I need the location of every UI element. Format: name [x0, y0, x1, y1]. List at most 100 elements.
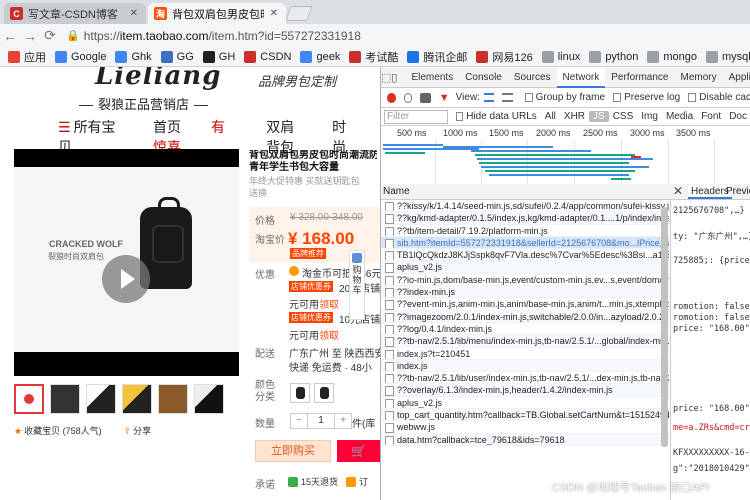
overview-icon[interactable] — [502, 93, 513, 102]
request-row[interactable]: ??tb/item-detail/7.19.2/platform-min.js — [381, 225, 669, 237]
bookmark-item[interactable]: mysql — [705, 50, 750, 63]
group-by-frame-checkbox[interactable] — [524, 93, 533, 102]
bookmark-item[interactable]: 应用 — [8, 49, 46, 65]
bookmark-item[interactable]: python — [589, 50, 638, 63]
request-row[interactable]: data.htm?callback=tce_79618&ids=79618 — [381, 433, 669, 446]
bookmark-item[interactable]: mongo — [647, 50, 697, 63]
claim-coupon-link[interactable]: 领取 — [319, 296, 339, 311]
close-icon[interactable]: ✕ — [270, 8, 278, 19]
bookmark-item[interactable]: 腾讯企邮 — [407, 49, 467, 65]
clear-icon[interactable] — [403, 92, 413, 103]
increment-button[interactable]: + — [335, 414, 351, 428]
tab-taobao[interactable]: 淘 背包双肩包男皮包时尚潮 ✕ — [148, 3, 286, 24]
hide-data-urls-checkbox[interactable] — [456, 112, 464, 121]
name-column-header[interactable]: Name — [383, 186, 410, 197]
request-row[interactable]: TB1lQcQkdzJ8KJjSspk8qvF7Vla.desc%7Cvar%5… — [381, 249, 669, 262]
bookmark-item[interactable]: linux — [541, 50, 580, 63]
reload-icon[interactable]: ⟳ — [40, 27, 60, 44]
large-rows-icon[interactable] — [483, 93, 495, 102]
request-row[interactable]: index.js — [381, 359, 669, 373]
tab-csdn[interactable]: C 写文章-CSDN博客 ✕ — [4, 3, 146, 24]
devtools-tab-elements[interactable]: Elements — [405, 67, 459, 88]
request-row[interactable]: ??kissy/k/1.4.14/seed-min.js,sd/sufei/0.… — [381, 200, 669, 213]
inspect-icon[interactable]: ⬚ — [381, 71, 391, 84]
filter-icon[interactable]: ▼ — [439, 92, 450, 104]
devtools-tab-network[interactable]: Network — [556, 67, 606, 88]
close-icon[interactable]: ✕ — [130, 8, 138, 19]
preview-tab[interactable]: Previe — [726, 186, 750, 197]
new-tab-button[interactable] — [285, 6, 313, 21]
color-option[interactable] — [314, 383, 334, 403]
request-row[interactable]: ??kg/kmd-adapter/0.1.5/index.js,kg/kmd-a… — [381, 212, 669, 225]
waterfall-bar — [611, 178, 631, 180]
devtools-tab-console[interactable]: Console — [459, 67, 508, 88]
bookmark-item[interactable]: CSDN — [244, 50, 291, 63]
devtools-tab-applic[interactable]: Applic — [723, 67, 750, 88]
claim-coupon-link[interactable]: 领取 — [319, 327, 339, 342]
side-cart-widget[interactable]: 购物车 — [349, 250, 365, 320]
request-row[interactable]: index.js?t=210451 — [381, 348, 669, 360]
filter-type-css[interactable]: CSS — [609, 111, 638, 122]
product-video[interactable]: CRACKED WOLF 裂狼时尚双肩包 — [14, 149, 239, 376]
devtools-tab-sources[interactable]: Sources — [508, 67, 557, 88]
filter-type-xhr[interactable]: XHR — [560, 111, 589, 122]
thumbnail[interactable] — [158, 384, 188, 414]
devtools-tab-memory[interactable]: Memory — [674, 67, 722, 88]
favorite-link[interactable]: ★ 收藏宝贝 (758人气) — [14, 424, 102, 437]
filter-type-doc[interactable]: Doc — [725, 111, 750, 122]
buy-now-button[interactable]: 立即购买 — [255, 440, 331, 462]
request-row[interactable]: aplus_v2.js — [381, 397, 669, 410]
bookmark-item[interactable]: GH — [202, 50, 235, 63]
network-timeline[interactable]: 500 ms 1000 ms 1500 ms 2000 ms 2500 ms 3000 m… — [381, 126, 750, 191]
quantity-input[interactable]: 1 — [307, 414, 335, 428]
request-row[interactable]: webww.js — [381, 421, 669, 434]
request-row[interactable]: ??overlay/6.1.3/index-min.js,header/1.4.… — [381, 384, 669, 397]
shipping-route[interactable]: 广东广州 至 陕西西安 — [289, 345, 380, 360]
play-icon[interactable] — [102, 255, 150, 303]
thumbnail[interactable] — [50, 384, 80, 414]
thumbnail[interactable] — [86, 384, 116, 414]
filter-type-all[interactable]: All — [541, 111, 560, 122]
request-row[interactable]: sib.htm?itemId=557272331918&sellerId=212… — [381, 236, 669, 250]
request-row[interactable]: ??tb-nav/2.5.1/lib/user/index-min.js,tb-… — [381, 372, 669, 385]
bookmark-item[interactable]: 网易126 — [476, 49, 533, 65]
filter-type-js[interactable]: JS — [589, 111, 609, 122]
forward-arrow-icon[interactable]: → — [20, 28, 40, 44]
record-icon[interactable] — [387, 92, 396, 103]
filter-type-img[interactable]: Img — [637, 111, 662, 122]
thumbnail-video[interactable] — [14, 384, 44, 414]
shop-logo[interactable]: Lieliang — [95, 67, 221, 91]
thumbnail[interactable] — [194, 384, 224, 414]
device-toolbar-icon[interactable]: ▯ — [391, 71, 397, 84]
request-row[interactable]: ??io-min.js,dom/base-min.js,event/custom… — [381, 274, 669, 287]
bookmark-item[interactable]: geek — [300, 50, 340, 63]
request-row[interactable]: ??imagezoom/2.0.1/index-min.js,switchabl… — [381, 310, 669, 323]
filter-input[interactable]: Filter — [384, 109, 449, 124]
share-link[interactable]: ⇪ 分享 — [124, 424, 152, 437]
request-row[interactable]: ??tb-nav/2.5.1/lib/menu/index-min.js,tb-… — [381, 335, 669, 348]
add-to-cart-button[interactable]: 🛒 — [337, 440, 380, 462]
thumbnail[interactable] — [122, 384, 152, 414]
decrement-button[interactable]: − — [291, 414, 307, 428]
request-row[interactable]: top_cart_quantity.htm?callback=TB.Global… — [381, 409, 669, 422]
request-row[interactable]: ??index-min.js — [381, 286, 669, 299]
request-row[interactable]: ??event-min.js,anim-min.js,anim/base-min… — [381, 298, 669, 311]
request-list-scrollbar[interactable] — [661, 207, 668, 447]
close-icon[interactable]: ✕ — [673, 184, 683, 198]
shop-name[interactable]: 裂狼正品营销店 — [74, 94, 213, 113]
request-row[interactable]: ??log/0.4.1/index-min.js — [381, 323, 669, 336]
filter-type-font[interactable]: Font — [697, 111, 725, 122]
request-row[interactable]: aplus_v2.js — [381, 261, 669, 274]
devtools-tab-performance[interactable]: Performance — [605, 67, 674, 88]
bookmark-item[interactable]: Google — [55, 50, 106, 63]
preserve-log-checkbox[interactable] — [613, 93, 622, 102]
disable-cache-checkbox[interactable] — [688, 93, 697, 102]
color-option[interactable] — [290, 383, 310, 403]
url-field[interactable]: https://item.taobao.com/item.htm?id=5572… — [84, 29, 361, 43]
filter-type-media[interactable]: Media — [662, 111, 697, 122]
screenshot-icon[interactable] — [420, 92, 431, 103]
bookmark-item[interactable]: 考试酷 — [349, 49, 398, 65]
bookmark-item[interactable]: Ghk — [115, 50, 152, 63]
back-arrow-icon[interactable]: ← — [0, 28, 20, 44]
bookmark-item[interactable]: GG — [160, 50, 194, 63]
